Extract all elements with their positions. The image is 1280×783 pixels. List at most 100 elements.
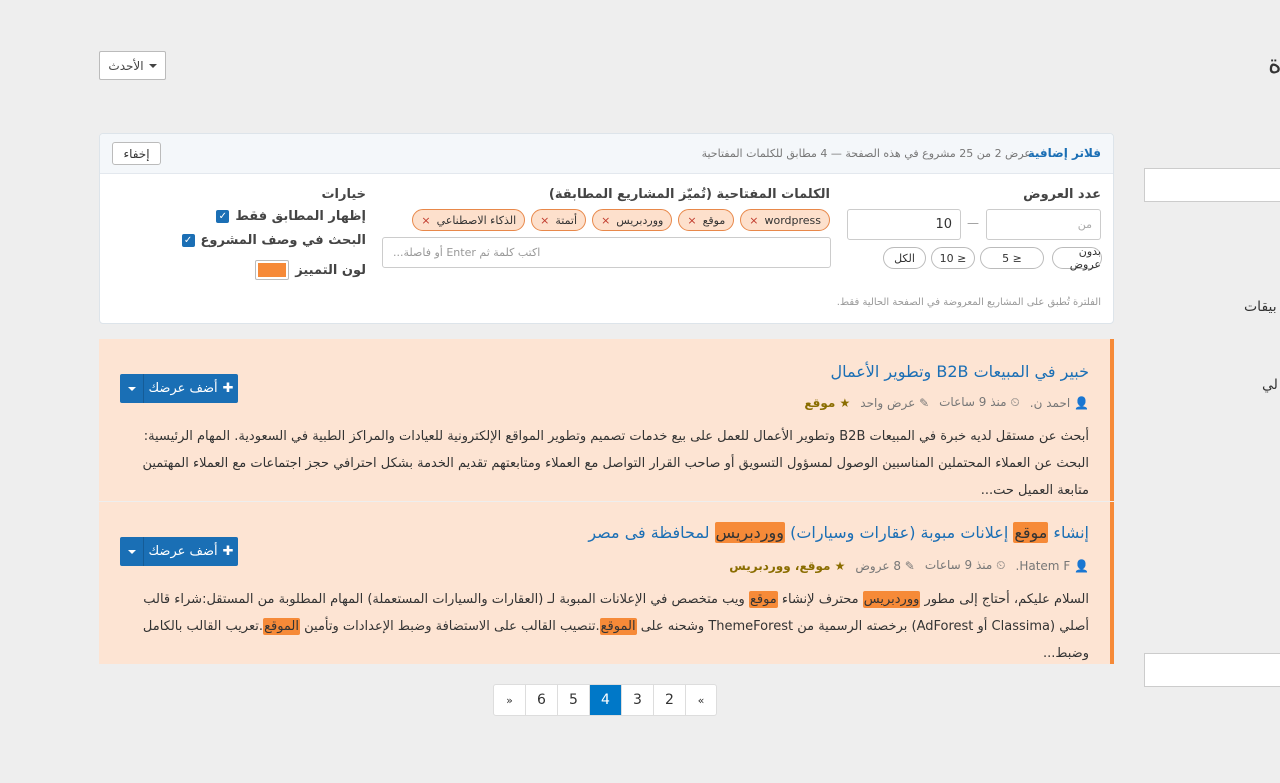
page-title: ة: [1268, 50, 1280, 80]
project-card: خبير في المبيعات B2B وتطوير الأعمال 👤 اح…: [99, 339, 1114, 501]
project-description: السلام عليكم، أحتاج إلى مطور ووردبريس مح…: [139, 586, 1089, 667]
keyword-highlight: ووردبريس: [714, 522, 785, 543]
filter-panel-title[interactable]: فلاتر إضافية: [1028, 146, 1101, 160]
pagination-prev[interactable]: «: [685, 685, 716, 715]
keyword-tag-label: الذكاء الاصطناعي: [436, 213, 517, 227]
title-part: لمحافظة فى مصر: [588, 523, 715, 542]
author[interactable]: 👤 Hatem F.: [1016, 559, 1089, 573]
keyword-tag-label: أتمتة: [555, 213, 578, 227]
filter-panel-header: فلاتر إضافية عرض 2 من 25 مشروع في هذه ال…: [100, 134, 1113, 174]
close-icon[interactable]: ×: [601, 214, 610, 227]
matched-label: موقع: [804, 395, 836, 410]
project-card: إنشاء موقع إعلانات مبوبة (عقارات وسيارات…: [99, 502, 1114, 664]
search-desc-option[interactable]: البحث في وصف المشروع ✓: [181, 233, 366, 248]
post-time: ⏲ منذ 9 ساعات: [925, 558, 1006, 573]
edit-icon: ✎: [919, 395, 930, 410]
clock-icon: ⏲: [1010, 395, 1020, 409]
offers-count: ✎ عرض واحد: [860, 396, 929, 410]
max-offers-input[interactable]: 10: [847, 209, 961, 240]
matched-tags: ★ موقع، ووردبريس: [729, 559, 845, 573]
keyword-tag[interactable]: ووردبريس ×: [592, 209, 673, 231]
keyword-tag[interactable]: أتمتة ×: [531, 209, 587, 231]
chevron-down-icon: [148, 63, 157, 68]
options-label: خيارات: [321, 187, 366, 202]
plus-icon: ✚: [222, 381, 234, 396]
color-swatch: [258, 263, 287, 277]
plus-icon: ✚: [222, 544, 234, 559]
offer-options-toggle[interactable]: [120, 537, 144, 566]
add-offer-main[interactable]: ✚ أضف عرضك: [144, 374, 238, 403]
user-icon: 👤: [1074, 395, 1089, 410]
offers-label: 8 عروض: [855, 558, 901, 573]
time-label: منذ 9 ساعات: [924, 558, 993, 572]
keyword-tags: wordpress × موقع × ووردبريس × أتمتة × الذكاء…: [412, 209, 830, 231]
add-offer-label: أضف عرضك: [148, 381, 218, 396]
keyword-highlight: الموقع: [599, 618, 637, 635]
author-name: Hatem F.: [1015, 558, 1071, 573]
pagination: » 6 5 4 3 2 «: [493, 684, 717, 716]
desc-part: السلام عليكم، أحتاج إلى مطور: [920, 592, 1089, 607]
chip-le-5[interactable]: ≤ 5: [980, 247, 1044, 269]
sort-label: الأحدث: [108, 58, 144, 73]
keyword-tag[interactable]: موقع ×: [678, 209, 735, 231]
sort-dropdown[interactable]: الأحدث: [99, 51, 166, 80]
highlight-color-option: لون التمييز: [255, 260, 366, 280]
title-part: إنشاء: [1048, 523, 1089, 542]
keywords-label: الكلمات المفتاحية (تُميّز المشاريع المطا…: [548, 187, 830, 202]
sidebar-input[interactable]: [1144, 168, 1280, 202]
color-picker[interactable]: [255, 260, 290, 280]
search-desc-checkbox[interactable]: ✓: [181, 234, 195, 247]
page-3[interactable]: 3: [621, 685, 653, 715]
keyword-tag-label: موقع: [702, 213, 726, 227]
project-title[interactable]: إنشاء موقع إعلانات مبوبة (عقارات وسيارات…: [588, 522, 1089, 543]
close-icon[interactable]: ×: [421, 214, 430, 227]
search-desc-label: البحث في وصف المشروع: [200, 233, 366, 248]
pagination-next[interactable]: »: [494, 685, 525, 715]
add-offer-main[interactable]: ✚ أضف عرضك: [144, 537, 238, 566]
star-icon: ★: [839, 395, 851, 410]
page-6[interactable]: 6: [525, 685, 557, 715]
highlight-color-label: لون التمييز: [295, 262, 366, 278]
keyword-highlight: موقع: [748, 591, 778, 608]
project-meta: 👤 احمد ن. ⏲ منذ 9 ساعات ✎ عرض واحد ★ موق…: [804, 395, 1089, 410]
author-name: احمد ن.: [1029, 395, 1071, 410]
offers-count: ✎ 8 عروض: [855, 559, 914, 573]
match-only-option[interactable]: إظهار المطابق فقط ✓: [216, 209, 366, 224]
keyword-tag-label: wordpress: [764, 213, 821, 227]
chip-all[interactable]: الكل: [883, 247, 926, 269]
close-icon[interactable]: ×: [687, 214, 696, 227]
offers-count-label: عدد العروض: [1023, 187, 1101, 202]
close-icon[interactable]: ×: [749, 214, 758, 227]
chip-no-offers[interactable]: بدون عروض: [1052, 245, 1102, 271]
offers-label: عرض واحد: [860, 395, 916, 410]
add-offer-button[interactable]: ✚ أضف عرضك: [120, 537, 238, 566]
page-5[interactable]: 5: [557, 685, 589, 715]
chip-le-10[interactable]: ≤ 10: [931, 247, 975, 269]
user-icon: 👤: [1074, 558, 1089, 573]
match-only-label: إظهار المطابق فقط: [235, 209, 366, 224]
title-part: إعلانات مبوبة (عقارات وسيارات): [784, 523, 1014, 542]
page-2[interactable]: 2: [653, 685, 685, 715]
matched-tags: ★ موقع: [804, 396, 850, 410]
hide-button[interactable]: إخفاء: [112, 142, 161, 165]
keyword-tag[interactable]: wordpress ×: [740, 209, 830, 231]
min-offers-input[interactable]: من: [986, 209, 1101, 240]
keyword-highlight: موقع: [1013, 522, 1049, 543]
chevron-down-icon: [127, 386, 136, 391]
desc-part: .تنصيب القالب على الاستضافة وضبط الإعداد…: [300, 619, 600, 634]
author[interactable]: 👤 احمد ن.: [1030, 396, 1089, 410]
match-only-checkbox[interactable]: ✓: [216, 210, 230, 223]
keyword-input[interactable]: اكتب كلمة ثم Enter أو فاصلة...: [382, 237, 831, 268]
sidebar-text: لي: [1262, 377, 1278, 393]
matched-label: موقع، ووردبريس: [729, 558, 831, 573]
keyword-tag[interactable]: الذكاء الاصطناعي ×: [412, 209, 526, 231]
filter-panel: فلاتر إضافية عرض 2 من 25 مشروع في هذه ال…: [99, 133, 1114, 324]
close-icon[interactable]: ×: [540, 214, 549, 227]
offer-options-toggle[interactable]: [120, 374, 144, 403]
project-description: أبحث عن مستقل لديه خبرة في المبيعات B2B …: [142, 429, 1089, 498]
sidebar-input[interactable]: [1144, 653, 1280, 687]
page-current[interactable]: 4: [589, 685, 621, 715]
project-title[interactable]: خبير في المبيعات B2B وتطوير الأعمال: [830, 362, 1089, 381]
desc-part: محترف لإنشاء: [777, 592, 863, 607]
add-offer-button[interactable]: ✚ أضف عرضك: [120, 374, 238, 403]
